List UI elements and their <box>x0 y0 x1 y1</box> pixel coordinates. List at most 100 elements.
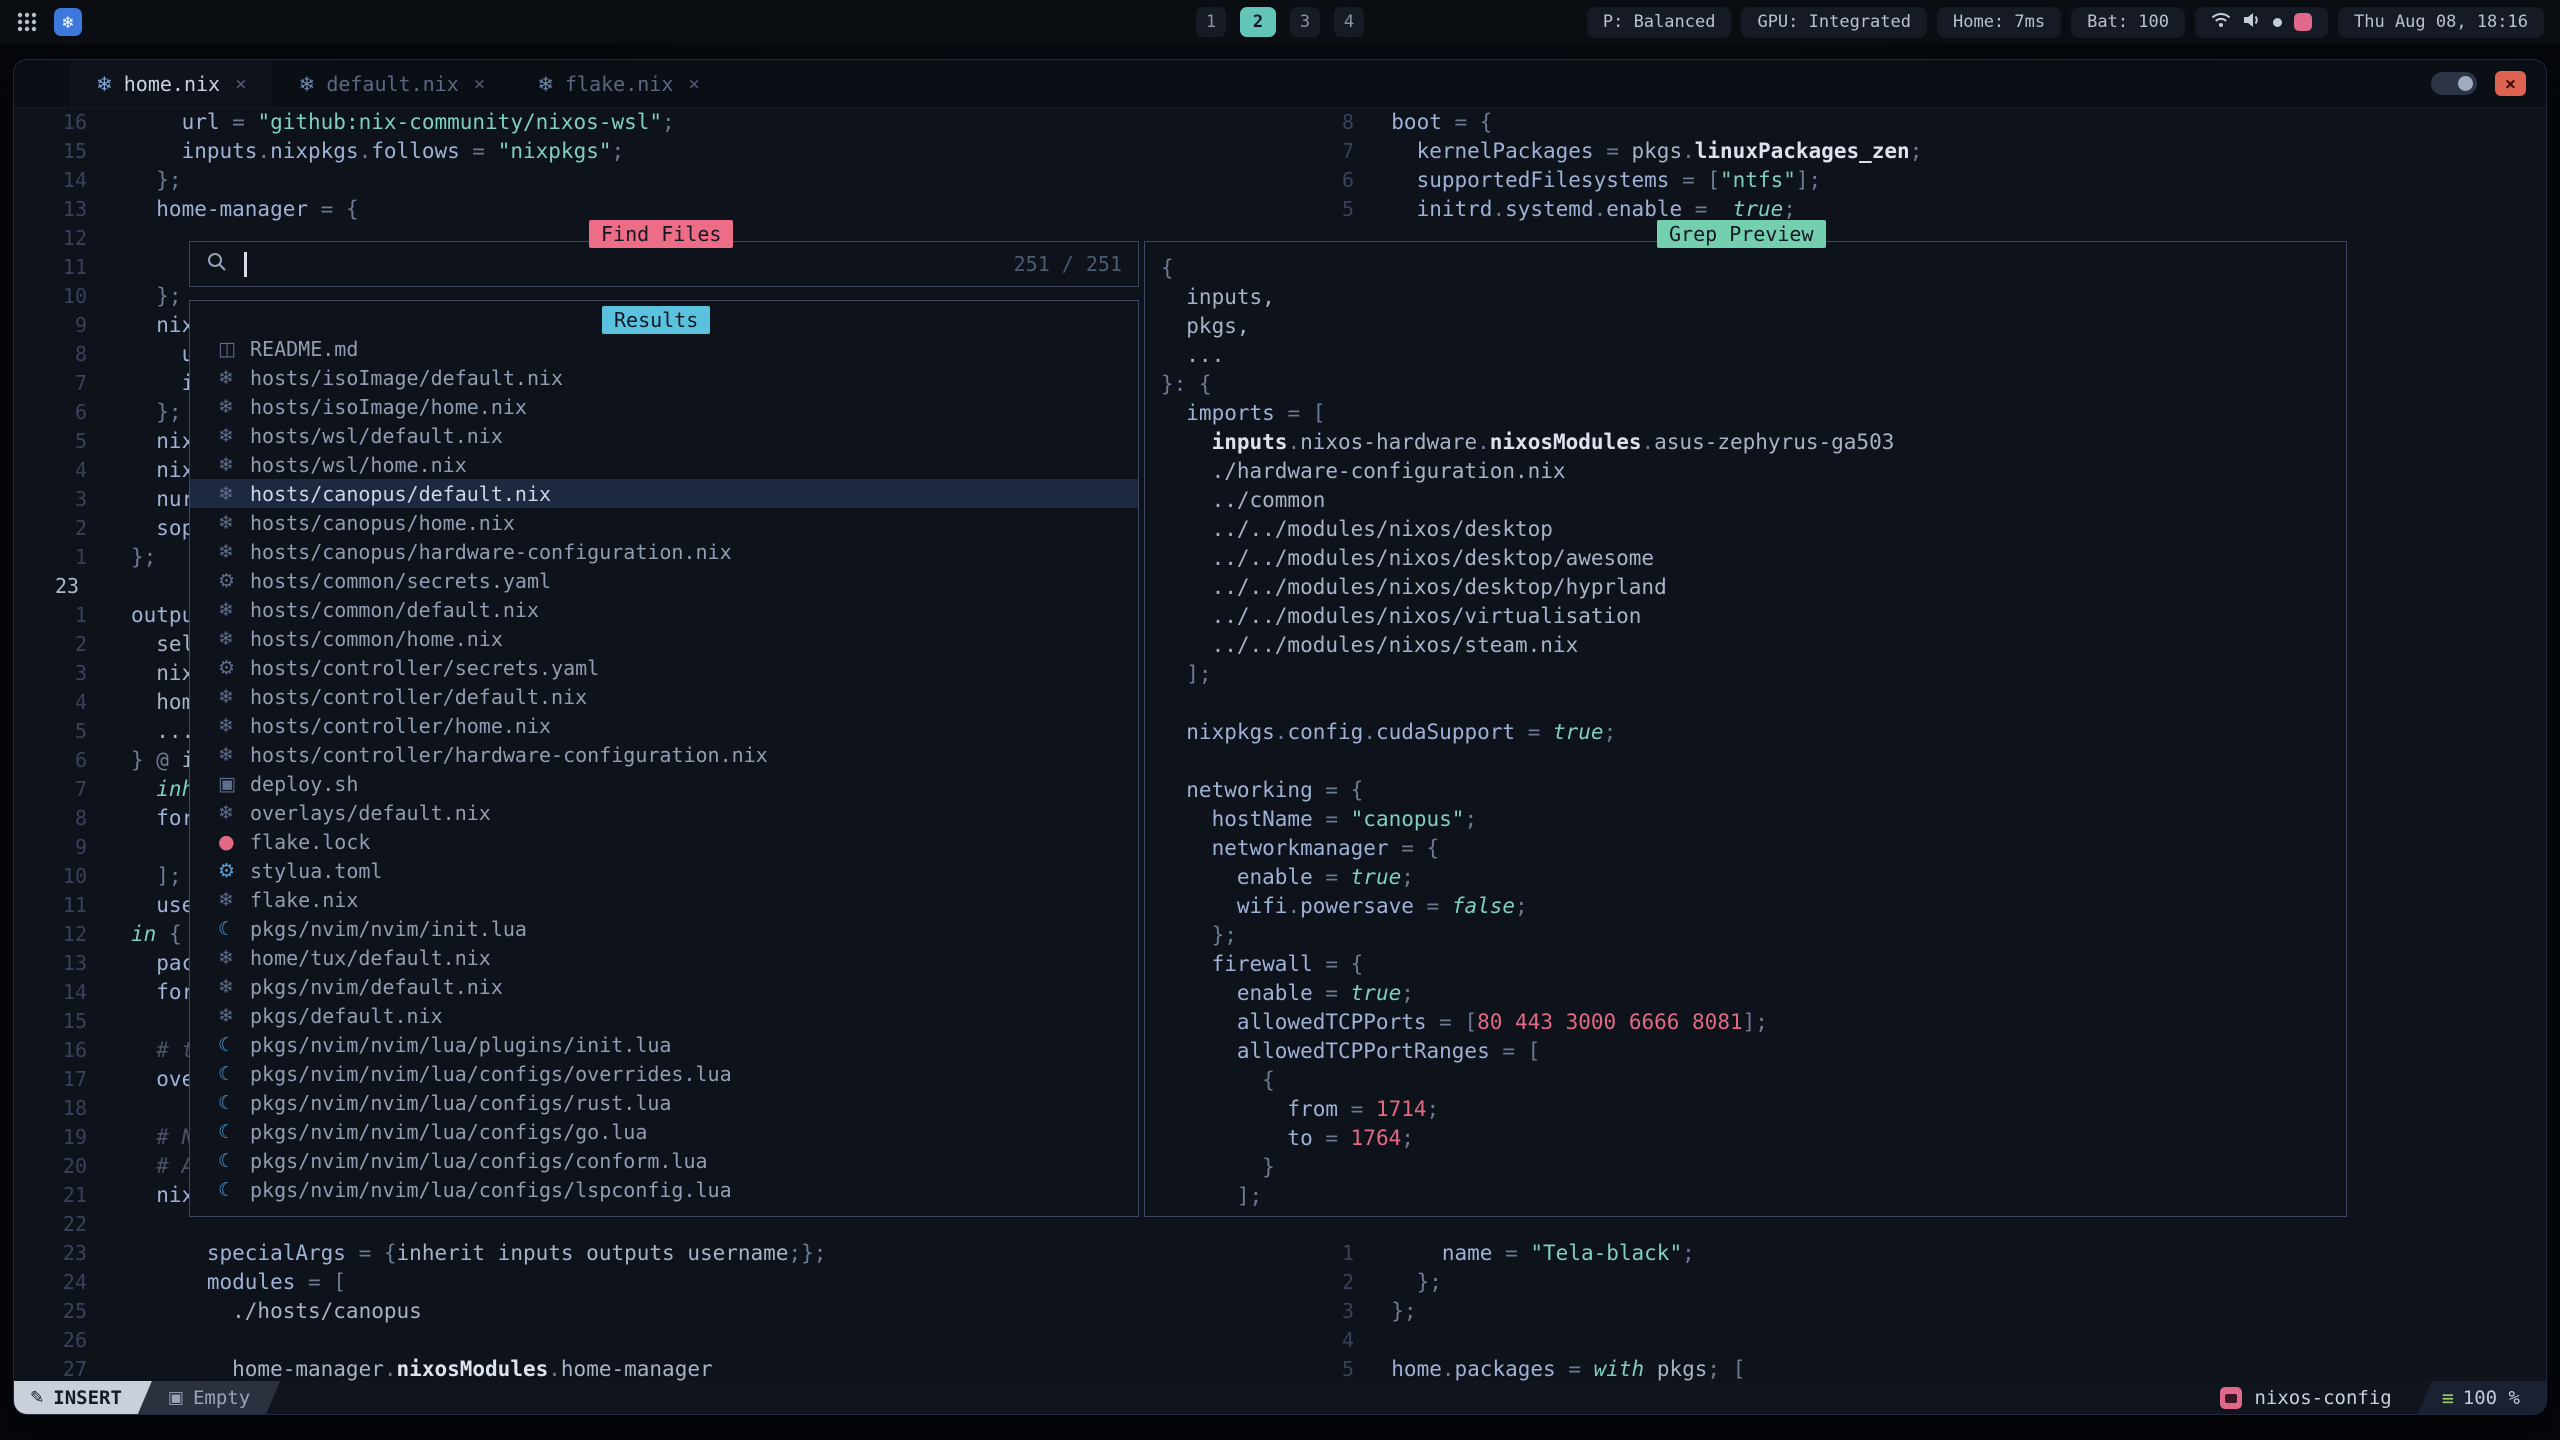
scroll-indicator: ≡ 100 % <box>2418 1381 2546 1414</box>
result-label: hosts/common/home.nix <box>250 627 503 651</box>
result-item[interactable]: ☾pkgs/nvim/nvim/lua/plugins/init.lua <box>190 1030 1138 1059</box>
line-number: 4 <box>14 456 131 485</box>
result-item[interactable]: ❄hosts/isoImage/default.nix <box>190 363 1138 392</box>
result-item[interactable]: ❄hosts/wsl/home.nix <box>190 450 1138 479</box>
nix-icon: ❄ <box>218 802 250 824</box>
result-item[interactable]: ❄pkgs/default.nix <box>190 1001 1138 1030</box>
search-icon <box>206 251 228 277</box>
result-item[interactable]: ❄hosts/wsl/default.nix <box>190 421 1138 450</box>
code-text: name = "Tela-black"; <box>1366 1239 1695 1268</box>
code-line: 7 kernelPackages = pkgs.linuxPackages_ze… <box>1323 137 2546 166</box>
tab-close-icon[interactable]: × <box>688 73 699 95</box>
tab-label: default.nix <box>326 72 458 96</box>
line-number: 3 <box>14 485 131 514</box>
lua-icon: ☾ <box>218 1150 250 1172</box>
result-item[interactable]: ⚙stylua.toml <box>190 856 1138 885</box>
line-number: 1 <box>1323 1239 1366 1268</box>
window-close-button[interactable]: × <box>2495 71 2526 96</box>
result-item[interactable]: ❄hosts/canopus/default.nix <box>190 479 1138 508</box>
code-line: 24 modules = [ <box>14 1268 1323 1297</box>
workspace-4[interactable]: 4 <box>1334 7 1364 37</box>
code-text: in { <box>131 920 182 949</box>
workspace-1[interactable]: 1 <box>1196 7 1226 37</box>
code-line <box>1161 747 2346 776</box>
result-item[interactable]: ⚙hosts/controller/secrets.yaml <box>190 653 1138 682</box>
line-number: 15 <box>14 137 131 166</box>
result-item[interactable]: ☾pkgs/nvim/nvim/lua/configs/lspconfig.lu… <box>190 1175 1138 1204</box>
tab-flake.nix[interactable]: ❄flake.nix× <box>511 60 726 107</box>
line-number: 2 <box>14 630 131 659</box>
result-item[interactable]: ▣deploy.sh <box>190 769 1138 798</box>
result-item[interactable]: ❄hosts/controller/home.nix <box>190 711 1138 740</box>
code-text: ]; <box>1161 660 1212 689</box>
code-line: networking = { <box>1161 776 2346 805</box>
tab-default.nix[interactable]: ❄default.nix× <box>273 60 512 107</box>
code-text: }; <box>1366 1297 1417 1326</box>
result-item[interactable]: ❄pkgs/nvim/default.nix <box>190 972 1138 1001</box>
result-item[interactable]: ❄hosts/controller/hardware-configuration… <box>190 740 1138 769</box>
result-item[interactable]: ❄overlays/default.nix <box>190 798 1138 827</box>
code-line: ]; <box>1161 1182 2346 1211</box>
result-item[interactable]: ◫README.md <box>190 334 1138 363</box>
result-label: hosts/wsl/default.nix <box>250 424 503 448</box>
result-item[interactable]: ☾pkgs/nvim/nvim/lua/configs/rust.lua <box>190 1088 1138 1117</box>
module-clock[interactable]: Thu Aug 08, 18:16 <box>2338 7 2544 38</box>
line-number: 10 <box>14 282 131 311</box>
module-gpu[interactable]: GPU: Integrated <box>1741 7 1927 38</box>
code-line: 4 <box>1323 1326 2546 1355</box>
nix-icon: ❄ <box>218 744 250 766</box>
tab-close-icon[interactable]: × <box>474 73 485 95</box>
result-item[interactable]: ☾pkgs/nvim/nvim/init.lua <box>190 914 1138 943</box>
tab-close-icon[interactable]: × <box>235 73 246 95</box>
code-text: }; <box>131 282 182 311</box>
result-item[interactable]: ☾pkgs/nvim/nvim/lua/configs/overrides.lu… <box>190 1059 1138 1088</box>
line-number: 5 <box>14 427 131 456</box>
telescope-results[interactable]: ◫README.md❄hosts/isoImage/default.nix❄ho… <box>189 300 1139 1217</box>
battery-label: Bat: 100 <box>2087 12 2169 32</box>
nix-logo-badge[interactable]: ❄ <box>54 8 82 36</box>
line-number: 15 <box>14 1007 131 1036</box>
result-item[interactable]: ❄hosts/canopus/hardware-configuration.ni… <box>190 537 1138 566</box>
result-item[interactable]: ❄hosts/controller/default.nix <box>190 682 1138 711</box>
tab-home.nix[interactable]: ❄home.nix× <box>70 60 273 107</box>
line-number: 20 <box>14 1152 131 1181</box>
nix-icon: ❄ <box>218 512 250 534</box>
code-line: 27 home-manager.nixosModules.home-manage… <box>14 1355 1323 1381</box>
toggle-button[interactable] <box>2431 72 2477 95</box>
code-text: supportedFilesystems = ["ntfs"]; <box>1366 166 1821 195</box>
result-item[interactable]: ❄flake.nix <box>190 885 1138 914</box>
result-item[interactable]: ❄home/tux/default.nix <box>190 943 1138 972</box>
workspace-2[interactable]: 2 <box>1240 7 1276 37</box>
code-text: inputs.nixpkgs.follows = "nixpkgs"; <box>131 137 624 166</box>
code-line: hostName = "canopus"; <box>1161 805 2346 834</box>
window-controls: × <box>2431 71 2526 96</box>
result-label: README.md <box>250 337 358 361</box>
module-power-profile[interactable]: P: Balanced <box>1587 7 1732 38</box>
result-item[interactable]: ❄hosts/canopus/home.nix <box>190 508 1138 537</box>
app-launcher-icon[interactable] <box>16 11 38 33</box>
module-ping[interactable]: Home: 7ms <box>1937 7 2061 38</box>
workspace-3[interactable]: 3 <box>1290 7 1320 37</box>
lua-icon: ☾ <box>218 1063 250 1085</box>
result-item[interactable]: ❄hosts/common/home.nix <box>190 624 1138 653</box>
result-label: hosts/canopus/default.nix <box>250 482 551 506</box>
module-indicators[interactable] <box>2195 7 2328 38</box>
result-item[interactable]: ⚙hosts/common/secrets.yaml <box>190 566 1138 595</box>
result-item[interactable]: ☾pkgs/nvim/nvim/lua/configs/go.lua <box>190 1117 1138 1146</box>
result-item[interactable]: ☾pkgs/nvim/nvim/lua/configs/conform.lua <box>190 1146 1138 1175</box>
code-text: home-manager.nixosModules.home-manager <box>131 1355 713 1381</box>
result-item[interactable]: ●flake.lock <box>190 827 1138 856</box>
code-line: 6 supportedFilesystems = ["ntfs"]; <box>1323 166 2546 195</box>
code-text: }; <box>1161 921 1237 950</box>
statusline: ✎ INSERT ▣ Empty nixos-config ≡ 100 % <box>14 1381 2546 1414</box>
code-line: to = 1764; <box>1161 1124 2346 1153</box>
result-item[interactable]: ❄hosts/common/default.nix <box>190 595 1138 624</box>
wifi-icon <box>2211 12 2231 33</box>
line-number: 7 <box>14 369 131 398</box>
code-text: modules = [ <box>131 1268 346 1297</box>
code-line: 2 }; <box>1323 1268 2546 1297</box>
module-battery[interactable]: Bat: 100 <box>2071 7 2185 38</box>
code-text: }; <box>131 398 182 427</box>
ping-label: Home: 7ms <box>1953 12 2045 32</box>
result-item[interactable]: ❄hosts/isoImage/home.nix <box>190 392 1138 421</box>
